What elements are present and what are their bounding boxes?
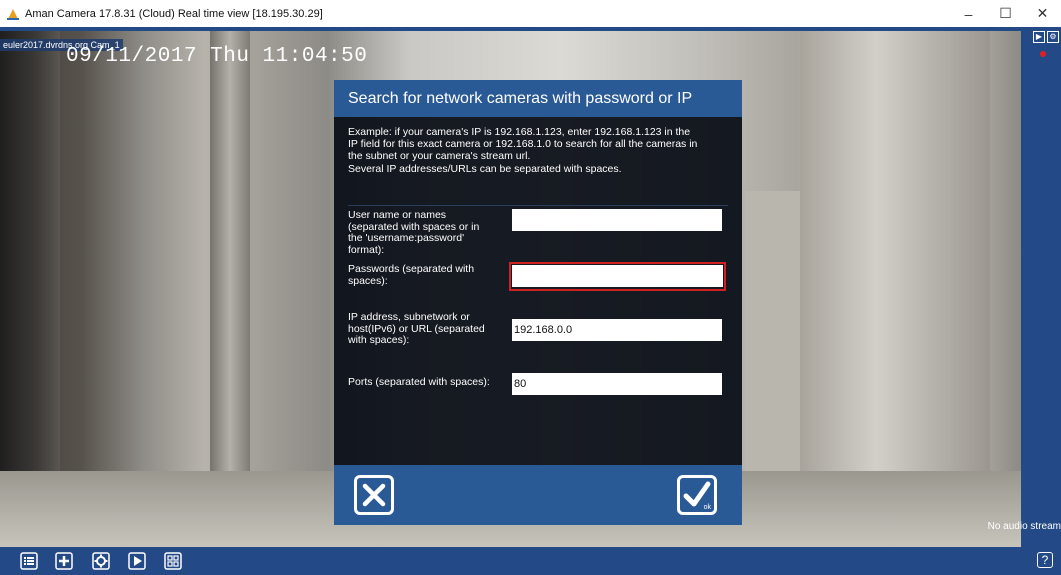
ports-label: Ports (separated with spaces): <box>348 376 513 389</box>
video-timestamp: 09/11/2017 Thu 11:04:50 <box>66 45 368 68</box>
video-building <box>800 31 990 547</box>
maximize-button[interactable]: ☐ <box>987 0 1024 27</box>
divider <box>348 205 728 206</box>
play-small-icon[interactable]: ▶ <box>1033 31 1045 43</box>
list-icon[interactable] <box>20 552 38 570</box>
ip-label-line: IP address, subnetwork or <box>348 311 470 323</box>
description-line: IP field for this exact camera or 192.16… <box>348 138 698 151</box>
ip-address-label: IP address, subnetwork or host(IPv6) or … <box>348 311 498 347</box>
video-pillar <box>210 31 250 547</box>
dialog-header: Search for network cameras with password… <box>334 80 742 117</box>
password-label-line: spaces): <box>348 274 388 287</box>
description-line: Several IP addresses/URLs can be separat… <box>348 162 622 175</box>
cancel-button[interactable] <box>354 475 394 515</box>
password-label: Passwords (separated with spaces): <box>348 263 498 287</box>
settings-icon[interactable] <box>92 552 110 570</box>
ports-label-line: Ports (separated with spaces): <box>348 376 490 388</box>
title-bar: Aman Camera 17.8.31 (Cloud) Real time vi… <box>0 0 1061 27</box>
bottom-toolbar: ? <box>0 547 1061 575</box>
help-button[interactable]: ? <box>1037 552 1053 568</box>
dialog-footer: ok <box>334 465 742 525</box>
ports-input[interactable] <box>512 373 722 395</box>
close-button[interactable]: ✕ <box>1024 0 1061 27</box>
app-logo-icon <box>6 7 20 21</box>
add-icon[interactable] <box>55 552 73 570</box>
username-input[interactable] <box>512 209 722 231</box>
ok-sub-label: ok <box>703 504 711 511</box>
password-input[interactable] <box>512 265 723 287</box>
dialog-description: Example: if your camera's IP is 192.168.… <box>348 126 733 175</box>
close-x-icon <box>362 483 386 507</box>
search-cameras-dialog: Search for network cameras with password… <box>334 80 742 525</box>
ok-button[interactable]: ok <box>677 475 717 515</box>
window-title: Aman Camera 17.8.31 (Cloud) Real time vi… <box>25 7 323 20</box>
video-window-frame <box>0 31 60 547</box>
description-line: Example: if your camera's IP is 192.168.… <box>348 126 691 138</box>
dialog-title: Search for network cameras with password… <box>348 89 693 107</box>
grid-icon[interactable] <box>164 552 182 570</box>
username-label: User name or names (separated with space… <box>348 209 498 256</box>
settings-small-icon[interactable]: ⚙ <box>1047 31 1059 43</box>
username-label-line: format): <box>348 243 385 256</box>
play-icon[interactable] <box>128 552 146 570</box>
ip-label-line: with spaces): <box>348 334 410 346</box>
username-label-line: User name or names <box>348 209 447 221</box>
minimize-button[interactable]: – <box>950 0 987 27</box>
description-line: the subnet or your camera's stream url. <box>348 150 531 163</box>
right-sidebar <box>1021 31 1061 547</box>
audio-status: No audio stream <box>987 521 1061 532</box>
username-label-line: the 'username:password' <box>348 232 465 244</box>
record-indicator-icon <box>1040 51 1046 57</box>
ip-address-input[interactable] <box>512 319 722 341</box>
password-label-line: Passwords (separated with <box>348 263 475 275</box>
